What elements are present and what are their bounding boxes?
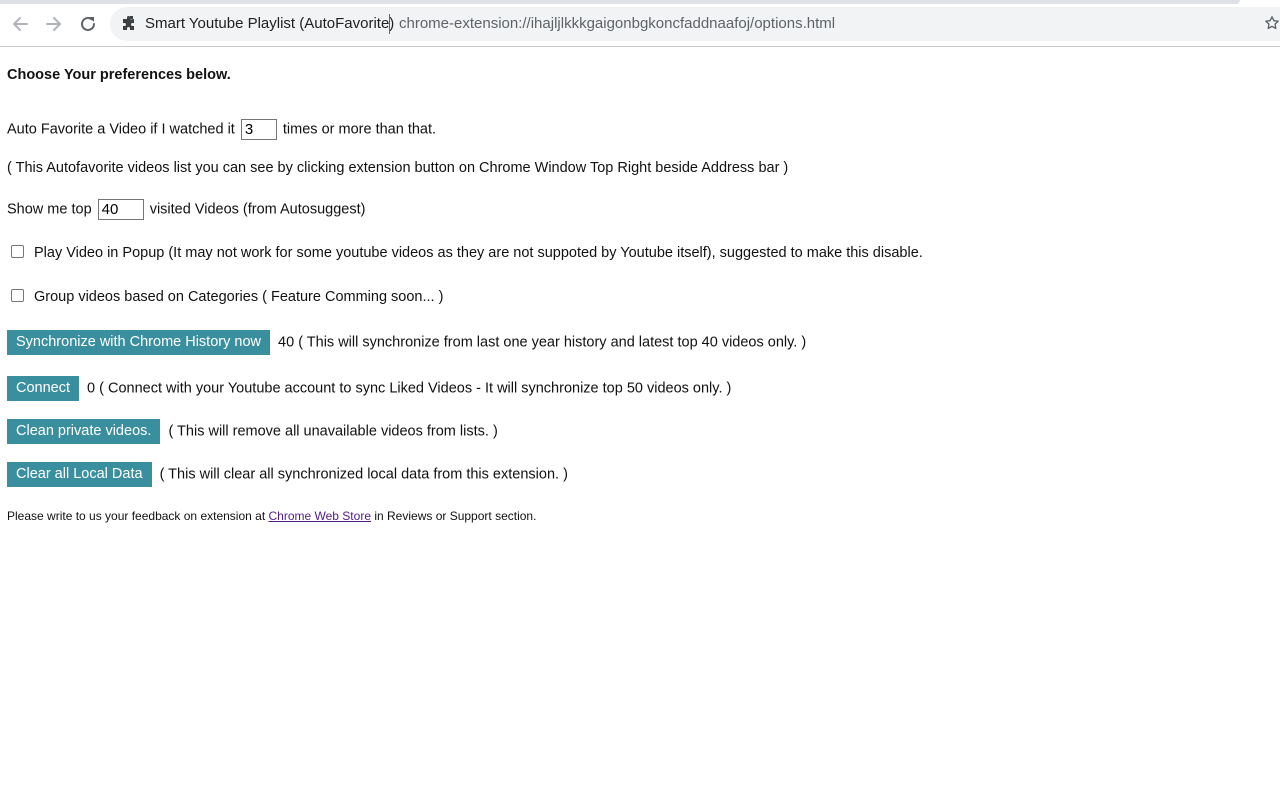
group-checkbox[interactable] bbox=[11, 288, 24, 302]
connect-count: 0 bbox=[87, 380, 96, 397]
sync-count: 40 bbox=[278, 334, 295, 351]
connect-button[interactable]: Connect bbox=[7, 376, 80, 401]
show-top-row: Show me top visited Videos (from Autosug… bbox=[7, 199, 365, 220]
back-button[interactable] bbox=[8, 12, 32, 36]
reload-button[interactable] bbox=[76, 12, 100, 36]
popup-option-label: Play Video in Popup (It may not work for… bbox=[34, 245, 923, 261]
sync-description: ( This will synchronize from last one ye… bbox=[298, 334, 807, 351]
feedback-text: Please write to us your feedback on exte… bbox=[7, 509, 266, 523]
clean-description: ( This will remove all unavailable video… bbox=[168, 423, 498, 440]
clear-row: Clear all Local Data ( This will clear a… bbox=[7, 462, 568, 487]
clean-row: Clean private videos. ( This will remove… bbox=[7, 419, 498, 444]
show-top-label: Show me top bbox=[7, 201, 92, 218]
group-option-label: Group videos based on Categories ( Featu… bbox=[34, 289, 444, 305]
clear-local-data-button[interactable]: Clear all Local Data bbox=[7, 462, 152, 487]
back-icon bbox=[13, 17, 28, 31]
clean-private-button[interactable]: Clean private videos. bbox=[7, 419, 161, 444]
feedback-suffix: in Reviews or Support section. bbox=[374, 509, 537, 523]
feedback-row: Please write to us your feedback on exte… bbox=[7, 509, 536, 523]
connect-row: Connect 0 ( Connect with your Youtube ac… bbox=[7, 376, 731, 401]
show-top-suffix: visited Videos (from Autosuggest) bbox=[149, 201, 366, 218]
clear-description: ( This will clear all synchronized local… bbox=[159, 466, 568, 483]
auto-favorite-suffix: times or more than that. bbox=[282, 121, 437, 138]
chrome-web-store-link[interactable]: Chrome Web Store bbox=[269, 509, 372, 523]
url-text[interactable]: chrome-extension://ihajljlkkkgaigonbgkon… bbox=[399, 15, 835, 32]
popup-checkbox[interactable] bbox=[11, 244, 24, 258]
group-option-row: Group videos based on Categories ( Featu… bbox=[6, 288, 444, 305]
sync-row: Synchronize with Chrome History now 40 (… bbox=[7, 330, 806, 355]
popup-option-row: Play Video in Popup (It may not work for… bbox=[6, 244, 923, 261]
auto-favorite-label: Auto Favorite a Video if I watched it bbox=[7, 121, 235, 138]
browser-toolbar: Smart Youtube Playlist (AutoFavorite) ch… bbox=[0, 0, 1280, 47]
tab-strip-edge bbox=[0, 0, 1240, 4]
auto-favorite-row: Auto Favorite a Video if I watched it ti… bbox=[7, 119, 436, 140]
forward-button[interactable] bbox=[42, 12, 66, 36]
site-name: Smart Youtube Playlist (AutoFavorite) bbox=[145, 15, 395, 32]
extension-icon bbox=[123, 16, 134, 30]
forward-icon bbox=[46, 17, 61, 31]
sync-history-button[interactable]: Synchronize with Chrome History now bbox=[7, 330, 270, 355]
address-separator bbox=[389, 14, 390, 34]
top-videos-input[interactable] bbox=[97, 199, 144, 220]
watch-count-input[interactable] bbox=[240, 119, 277, 140]
autofavorite-note: ( This Autofavorite videos list you can … bbox=[7, 160, 789, 176]
page-heading: Choose Your preferences below. bbox=[7, 67, 231, 83]
reload-icon bbox=[81, 16, 95, 31]
bookmark-star-icon[interactable] bbox=[1264, 14, 1280, 32]
connect-description: ( Connect with your Youtube account to s… bbox=[99, 380, 732, 397]
